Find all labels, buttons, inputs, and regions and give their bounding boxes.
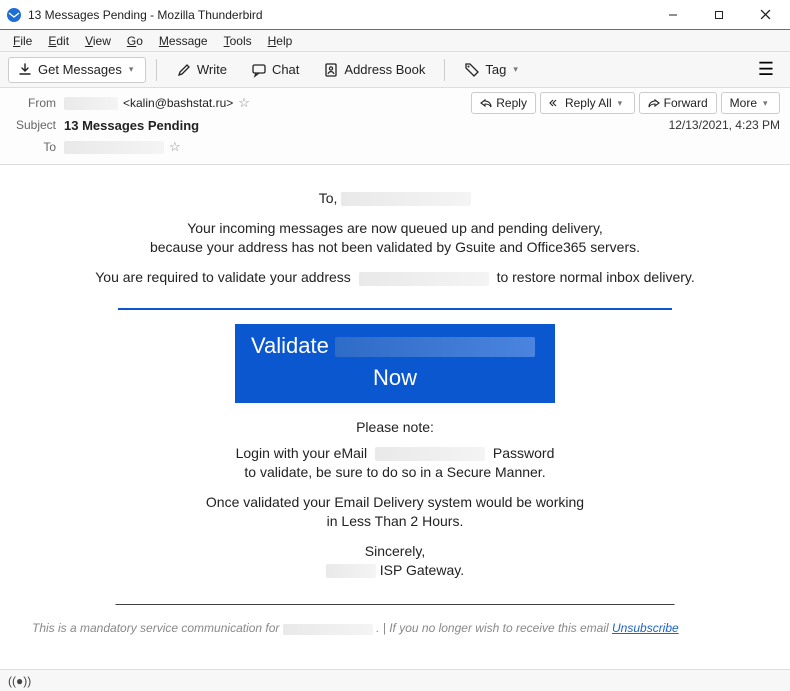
footer-text: This is a mandatory service communicatio… [30, 621, 760, 635]
reply-icon [480, 97, 492, 109]
body-line: You are required to validate your addres… [30, 269, 760, 285]
chevron-down-icon: ▾ [763, 98, 771, 109]
signature-line: ISP Gateway. [30, 562, 760, 578]
menu-edit[interactable]: Edit [41, 32, 76, 50]
redacted [326, 564, 376, 578]
from-address: <kalin@bashstat.ru> [123, 96, 233, 110]
write-button[interactable]: Write [167, 57, 236, 83]
chat-button[interactable]: Chat [242, 57, 308, 83]
redacted [341, 192, 471, 206]
subject-value: 13 Messages Pending [64, 118, 199, 133]
validate-label-bottom: Now [235, 364, 555, 393]
body-line: Your incoming messages are now queued up… [30, 220, 760, 236]
chat-label: Chat [272, 62, 299, 77]
unsubscribe-link[interactable]: Unsubscribe [612, 621, 679, 635]
redacted [283, 624, 373, 635]
message-body: To, Your incoming messages are now queue… [0, 165, 790, 668]
chevron-down-icon: ▾ [513, 64, 521, 75]
chevron-down-icon: ▾ [129, 64, 137, 75]
forward-icon [648, 97, 660, 109]
please-note: Please note: [30, 419, 760, 435]
body-line: in Less Than 2 Hours. [30, 513, 760, 529]
redacted [335, 337, 535, 357]
menu-help[interactable]: Help [261, 32, 300, 50]
message-headers: From <kalin@bashstat.ru> ☆ Reply Reply A… [0, 88, 790, 165]
chat-icon [251, 62, 267, 78]
redacted [375, 447, 485, 461]
pencil-icon [176, 62, 192, 78]
tag-icon [464, 62, 480, 78]
message-date: 12/13/2021, 4:23 PM [669, 118, 780, 132]
separator [156, 59, 157, 81]
to-label: To [10, 140, 64, 154]
body-line: Once validated your Email Delivery syste… [30, 494, 760, 510]
redacted [359, 272, 489, 286]
signature-line: Sincerely, [30, 543, 760, 559]
get-messages-label: Get Messages [38, 62, 122, 77]
thunderbird-icon [6, 7, 22, 23]
reply-all-icon [549, 97, 561, 109]
online-icon[interactable]: ((●)) [8, 674, 31, 688]
body-line: Login with your eMail Password [30, 445, 760, 461]
reply-button[interactable]: Reply [471, 92, 536, 114]
toolbar: Get Messages ▾ Write Chat Address Book T… [0, 52, 790, 88]
to-value: ☆ [64, 139, 181, 155]
address-book-icon [323, 62, 339, 78]
get-messages-button[interactable]: Get Messages ▾ [8, 57, 146, 83]
header-actions: Reply Reply All▾ Forward More▾ [471, 92, 780, 114]
validate-now-button[interactable]: Validate Now [235, 324, 555, 403]
status-bar: ((●)) [0, 669, 790, 691]
menu-message[interactable]: Message [152, 32, 215, 50]
separator [444, 59, 445, 81]
chevron-down-icon: ▾ [618, 98, 626, 109]
minimize-button[interactable] [650, 0, 696, 30]
menu-tools[interactable]: Tools [217, 32, 259, 50]
maximize-button[interactable] [696, 0, 742, 30]
title-bar: 13 Messages Pending - Mozilla Thunderbir… [0, 0, 790, 30]
from-label: From [10, 96, 64, 110]
redacted [64, 141, 164, 154]
tag-button[interactable]: Tag ▾ [455, 57, 530, 83]
download-icon [17, 62, 33, 78]
validate-label-top: Validate [251, 333, 329, 358]
body-to-line: To, [30, 190, 760, 206]
address-book-label: Address Book [344, 62, 425, 77]
close-button[interactable] [742, 0, 788, 30]
more-button[interactable]: More▾ [721, 92, 780, 114]
body-line: because your address has not been valida… [30, 239, 760, 255]
star-icon[interactable]: ☆ [238, 95, 250, 111]
forward-button[interactable]: Forward [639, 92, 717, 114]
from-value: <kalin@bashstat.ru> ☆ [64, 95, 250, 111]
app-menu-button[interactable]: ☰ [750, 55, 782, 84]
menu-file[interactable]: File [6, 32, 39, 50]
redacted [64, 97, 118, 110]
reply-all-button[interactable]: Reply All▾ [540, 92, 635, 114]
body-line: to validate, be sure to do so in a Secur… [30, 464, 760, 480]
window-title: 13 Messages Pending - Mozilla Thunderbir… [28, 8, 650, 22]
subject-label: Subject [10, 118, 64, 132]
menu-go[interactable]: Go [120, 32, 150, 50]
write-label: Write [197, 62, 227, 77]
divider [118, 308, 673, 310]
tag-label: Tag [485, 62, 506, 77]
address-book-button[interactable]: Address Book [314, 57, 434, 83]
star-icon[interactable]: ☆ [169, 139, 181, 155]
menu-view[interactable]: View [78, 32, 118, 50]
menu-bar: File Edit View Go Message Tools Help [0, 30, 790, 52]
divider-dashes: ————————————————————————————————————————… [30, 596, 760, 611]
